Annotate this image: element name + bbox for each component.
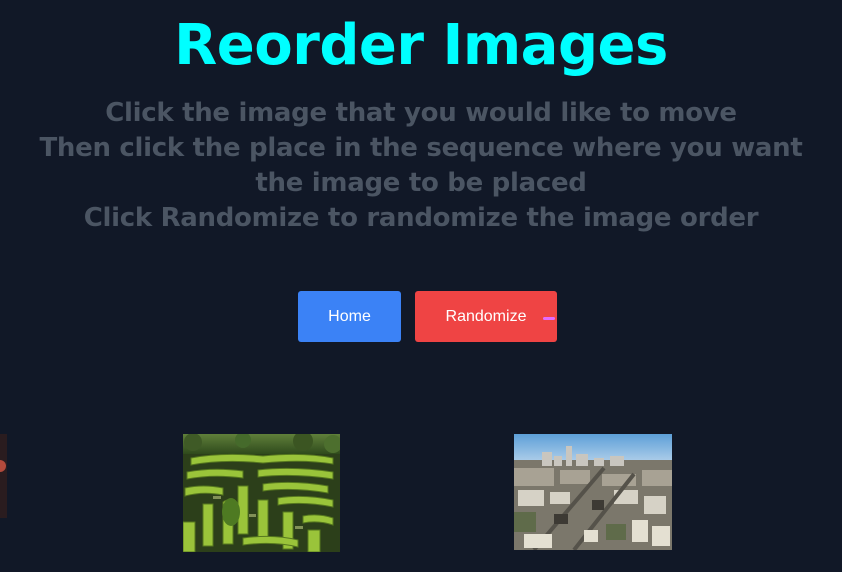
cursor-indicator: [543, 317, 555, 320]
home-button[interactable]: Home: [298, 291, 401, 342]
instruction-line: Click Randomize to randomize the image o…: [83, 203, 759, 233]
instruction-line: Then click the place in the sequence whe…: [39, 133, 803, 163]
instructions: Click the image that you would like to m…: [0, 96, 842, 236]
randomize-button[interactable]: Randomize: [415, 291, 557, 342]
instruction-line: the image to be placed: [255, 168, 587, 198]
page-title: Reorder Images: [174, 13, 668, 78]
image-tile-partial[interactable]: [0, 434, 7, 518]
image-tile-maze[interactable]: [183, 434, 340, 552]
maze-image: [183, 434, 340, 552]
image-detail: [0, 460, 6, 472]
image-tile-city[interactable]: [514, 434, 672, 550]
city-image: [514, 434, 672, 550]
page: Reorder Images Click the image that you …: [0, 0, 842, 572]
instruction-line: Click the image that you would like to m…: [105, 98, 737, 128]
